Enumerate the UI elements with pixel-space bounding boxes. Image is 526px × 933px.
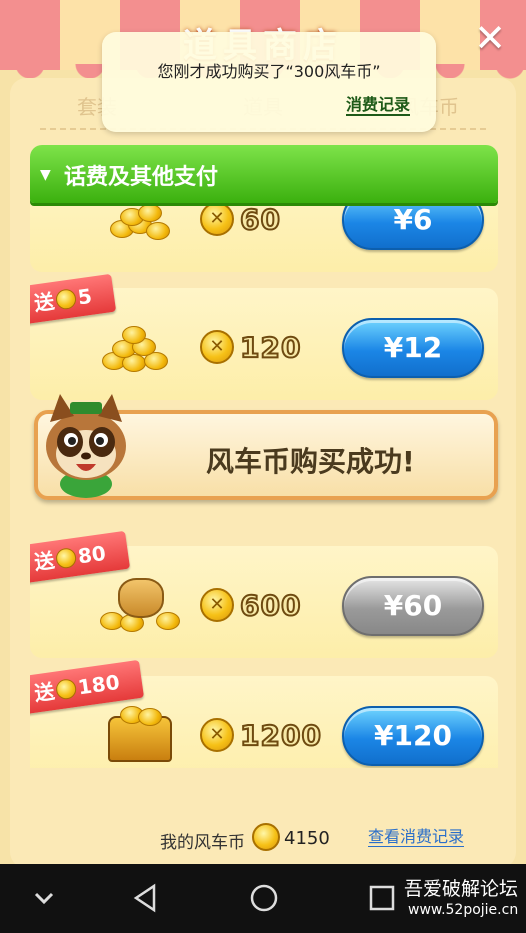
coin-amount: 120 [239,330,302,365]
toast-message: 您刚才成功购买了“300风车币” [157,62,381,81]
bonus-amount: 180 [76,669,122,700]
coin-icon [54,287,78,311]
android-nav-bar: 吾爱破解论坛 www.52pojie.cn [0,864,526,933]
buy-button-12[interactable]: ¥12 [342,318,484,378]
bonus-amount: 5 [76,283,94,310]
coin-icon [54,677,78,701]
section-title: 话费及其他支付 [64,165,219,190]
triangle-down-icon: ▼ [40,167,51,183]
coin-icon [200,330,234,364]
coin-pile-icon [100,318,180,374]
coin-package-card: 送 80 600 ¥60 [30,530,498,658]
section-header-phone-pay[interactable]: ▼ 话费及其他支付 [30,145,498,203]
bonus-amount: 80 [76,540,108,569]
coin-icon [200,588,234,622]
back-icon[interactable] [128,880,164,916]
coin-icon [252,823,280,851]
success-text: 风车币购买成功! [206,445,415,478]
view-records-link[interactable]: 查看消费记录 [368,828,465,847]
toast-records-link[interactable]: 消费记录 [345,96,410,116]
balance-label: 我的风车币 [160,833,245,853]
coin-icon [200,718,234,752]
chevron-down-icon[interactable] [26,880,62,916]
coin-amount: 600 [239,588,302,623]
bonus-prefix: 送 [32,548,56,575]
buy-button-60[interactable]: ¥60 [342,576,484,636]
coin-amount: 1200 [239,718,322,753]
raccoon-mascot-icon [30,388,142,500]
coin-bag-icon [100,576,180,632]
treasure-chest-icon [100,706,180,762]
coin-amount: 60 [239,202,281,237]
home-icon[interactable] [246,880,282,916]
watermark-text: 吾爱破解论坛 [404,878,519,900]
close-button[interactable]: ✕ [468,16,512,60]
coin-package-card: 送5 120 ¥12 [30,273,498,400]
watermark-url: www.52pojie.cn [408,902,519,918]
bonus-prefix: 送 [32,678,56,706]
bonus-tag: 送5 [30,273,117,325]
recents-icon[interactable] [364,880,400,916]
coin-icon [200,202,234,236]
coin-package-card: 送 180 1200 ¥120 [30,659,498,768]
footer-bar: 我的风车币 4150 查看消费记录 [0,812,526,864]
coin-icon [54,546,78,570]
balance-value: 4150 [284,828,330,849]
bonus-prefix: 送 [32,289,56,316]
buy-button-120[interactable]: ¥120 [342,706,484,766]
purchase-toast: 您刚才成功购买了“300风车币” 消费记录 [102,32,436,132]
